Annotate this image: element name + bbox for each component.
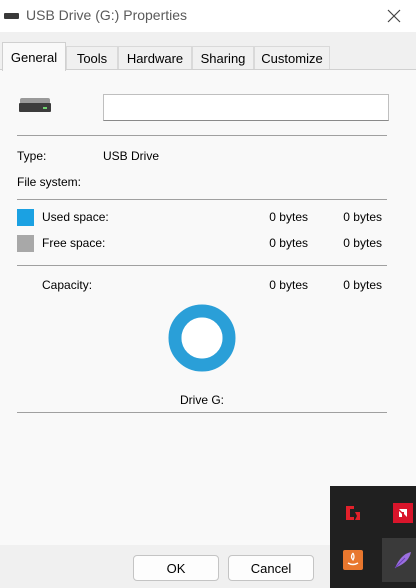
title-bar: USB Drive (G:) Properties: [0, 0, 416, 32]
tab-sharing[interactable]: Sharing: [192, 46, 254, 70]
amd-logo-glyph: [393, 503, 413, 523]
type-label: Type:: [17, 149, 47, 163]
feather-pen-icon[interactable]: [392, 549, 414, 571]
tab-hardware-label: Hardware: [126, 51, 184, 66]
separator: [17, 412, 387, 413]
free-space-label: Free space:: [42, 236, 106, 250]
capacity-bytes: 0 bytes: [269, 278, 308, 292]
tab-general-label: General: [10, 49, 58, 65]
ok-button[interactable]: OK: [133, 555, 219, 581]
filesystem-label: File system:: [17, 175, 82, 189]
tab-hardware[interactable]: Hardware: [118, 46, 192, 70]
usb-drive-icon: [4, 13, 19, 19]
drive-letter-label: Drive G:: [179, 393, 224, 407]
disk-usage-ring: [168, 304, 236, 372]
cancel-button-label: Cancel: [250, 560, 292, 576]
window-title: USB Drive (G:) Properties: [26, 7, 188, 23]
separator: [17, 265, 387, 266]
free-space-size: 0 bytes: [343, 236, 382, 250]
tab-tools-label: Tools: [76, 51, 108, 66]
amd-radeon-icon[interactable]: [342, 502, 364, 524]
separator: [17, 135, 387, 136]
java-icon[interactable]: [342, 549, 364, 571]
amd-radeon-glyph: [346, 506, 360, 520]
java-glyph: [343, 550, 363, 570]
cancel-button[interactable]: Cancel: [228, 555, 314, 581]
ok-button-label: OK: [166, 560, 186, 576]
amd-logo-icon[interactable]: [392, 502, 414, 524]
tab-strip: General Tools Hardware Sharing Customize: [0, 42, 416, 71]
used-space-swatch: [17, 209, 34, 226]
free-space-bytes: 0 bytes: [269, 236, 308, 250]
tab-sharing-label: Sharing: [200, 51, 246, 66]
tab-general[interactable]: General: [2, 42, 66, 71]
tab-tools[interactable]: Tools: [66, 46, 118, 70]
used-space-size: 0 bytes: [343, 210, 382, 224]
capacity-size: 0 bytes: [343, 278, 382, 292]
free-space-swatch: [17, 235, 34, 252]
used-space-label: Used space:: [42, 210, 109, 224]
capacity-label: Capacity:: [42, 278, 93, 292]
tab-customize[interactable]: Customize: [254, 46, 330, 70]
used-space-bytes: 0 bytes: [269, 210, 308, 224]
tab-customize-label: Customize: [261, 51, 323, 66]
feather-pen-glyph: [394, 552, 411, 569]
close-icon: [387, 9, 401, 23]
close-button[interactable]: [382, 6, 406, 26]
separator: [17, 199, 387, 200]
drive-icon: [19, 98, 51, 112]
drive-name-field[interactable]: [103, 94, 389, 121]
type-value: USB Drive: [103, 149, 160, 163]
tray-overflow-flyout: [330, 486, 416, 588]
